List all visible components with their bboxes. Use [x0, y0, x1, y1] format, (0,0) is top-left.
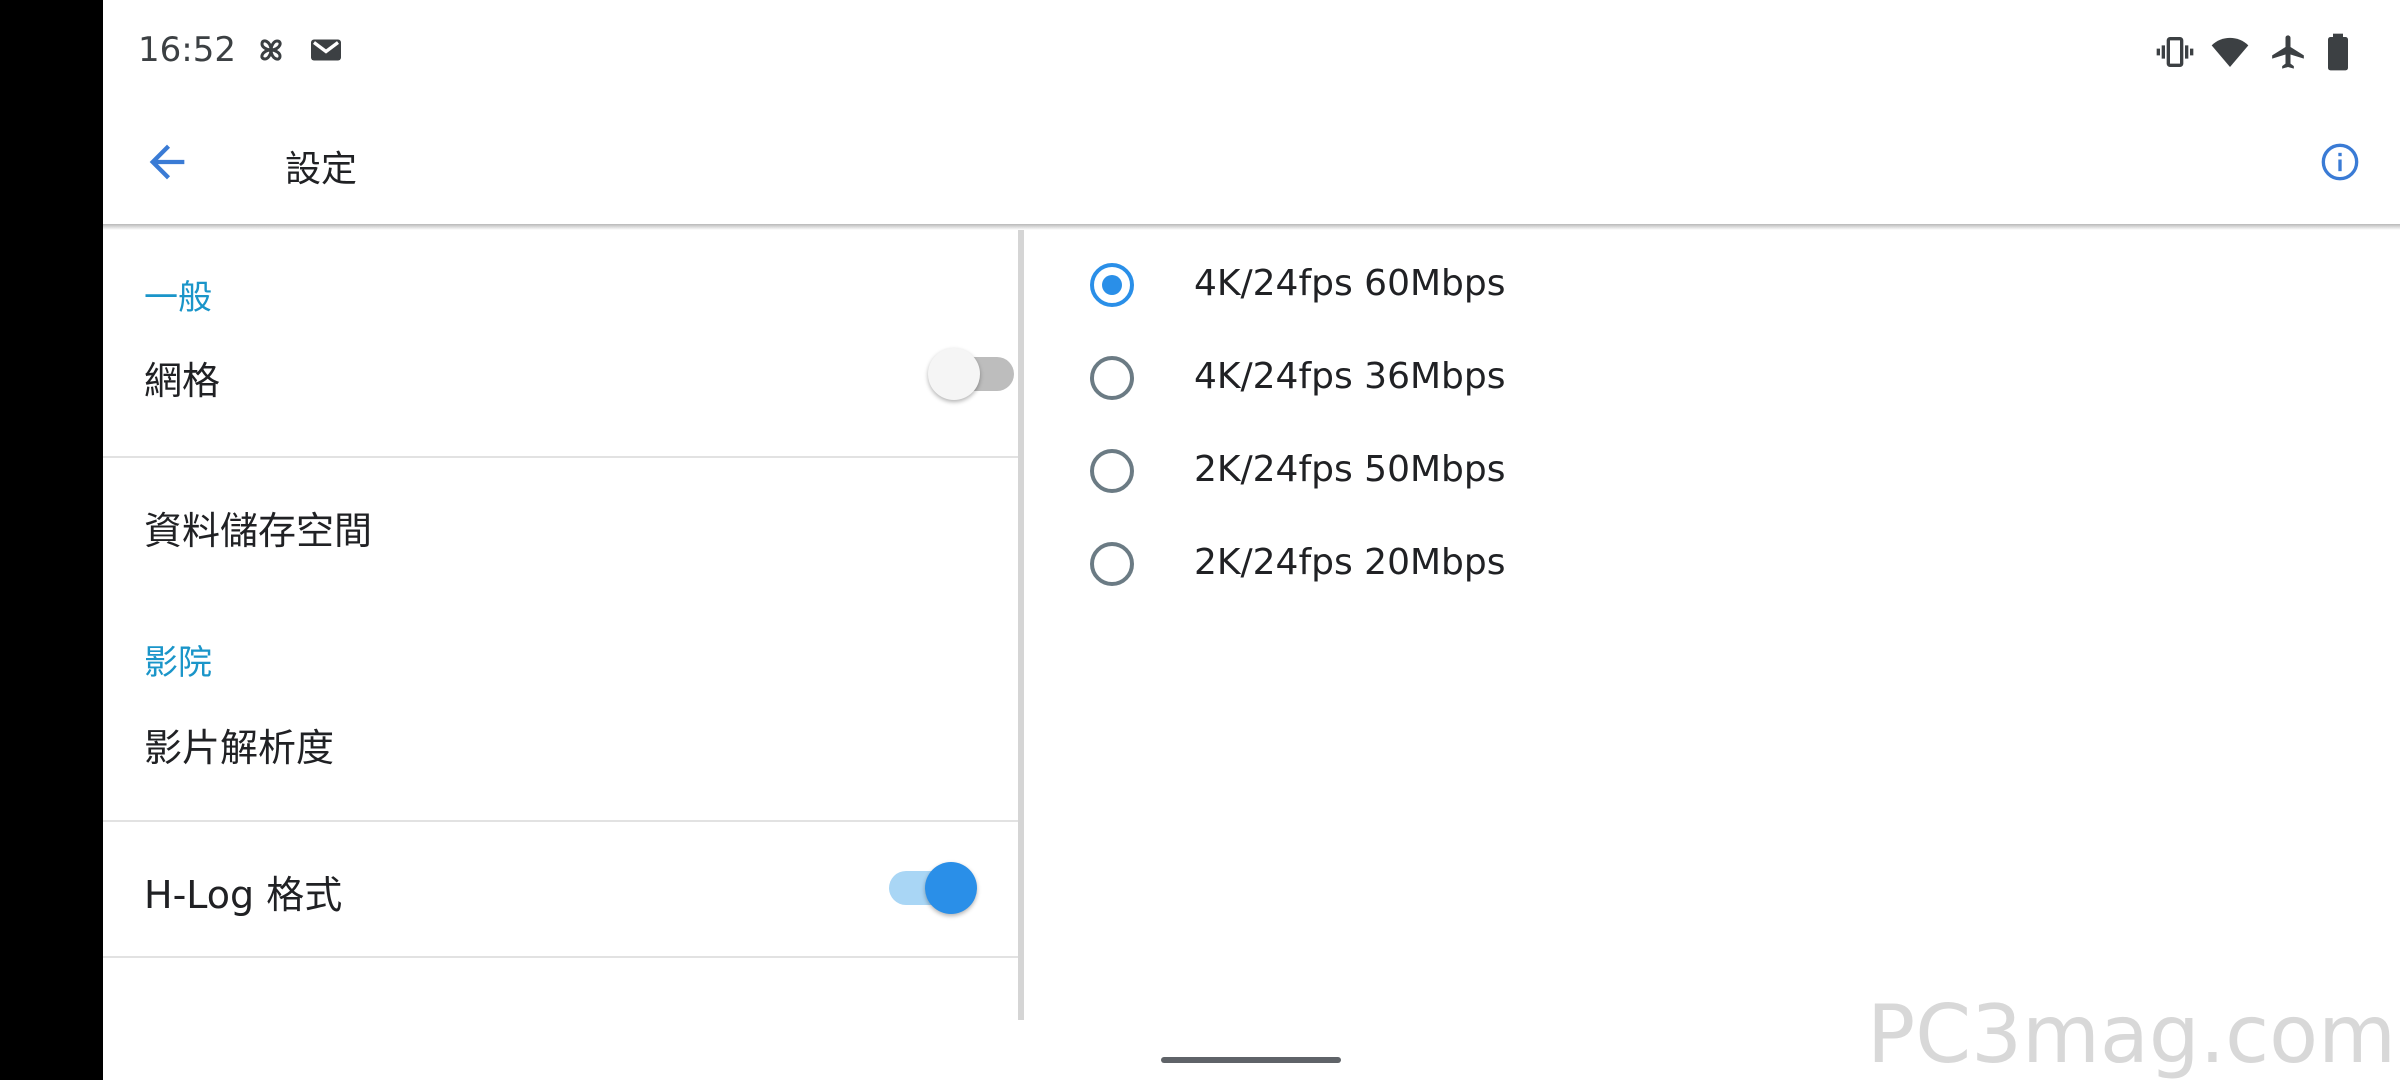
radio-button[interactable]	[1090, 449, 1134, 493]
resolution-option[interactable]: 2K/24fps 50Mbps	[1024, 431, 2400, 521]
section-header-general: 一般	[144, 278, 212, 318]
status-time: 16:52	[138, 30, 236, 70]
radio-dot	[1102, 275, 1122, 295]
vibrate-icon	[2156, 37, 2194, 67]
page-title: 設定	[285, 149, 358, 190]
watermark: PC3mag.com	[1866, 988, 2396, 1081]
resolution-option-label: 2K/24fps 20Mbps	[1194, 542, 1506, 583]
resolution-options-list: 4K/24fps 60Mbps 4K/24fps 36Mbps 2K/24fps…	[1024, 230, 2400, 1080]
resolution-label: 影片解析度	[144, 726, 335, 770]
resolution-setting-row[interactable]: 影片解析度	[103, 695, 1018, 785]
display-cutout	[0, 0, 103, 1080]
back-button[interactable]	[141, 136, 193, 188]
divider	[103, 456, 1018, 458]
airplane-icon	[2272, 35, 2304, 69]
resolution-option[interactable]: 4K/24fps 36Mbps	[1024, 338, 2400, 428]
storage-label: 資料儲存空間	[144, 509, 373, 553]
resolution-option[interactable]: 4K/24fps 60Mbps	[1024, 245, 2400, 335]
grid-toggle-thumb	[928, 348, 980, 400]
gmail-icon	[311, 39, 341, 61]
battery-icon	[2328, 33, 2348, 71]
radio-button[interactable]	[1090, 542, 1134, 586]
resolution-option-label: 4K/24fps 60Mbps	[1194, 263, 1506, 304]
settings-list: 一般 網格 資料儲存空間 影院 影片解析度 H-Log 格式	[103, 230, 1018, 1080]
resolution-option-label: 4K/24fps 36Mbps	[1194, 356, 1506, 397]
divider	[103, 820, 1018, 822]
hlog-toggle-thumb	[925, 862, 977, 914]
info-icon[interactable]	[2320, 142, 2360, 182]
storage-setting-row[interactable]: 資料儲存空間	[103, 460, 1018, 590]
resolution-option-label: 2K/24fps 50Mbps	[1194, 449, 1506, 490]
hlog-label: H-Log 格式	[144, 873, 343, 917]
divider	[103, 956, 1018, 958]
hlog-setting-row[interactable]: H-Log 格式	[103, 824, 1018, 954]
radio-button[interactable]	[1090, 263, 1134, 307]
screen: 16:52 設定 一般 網格 資料儲存空間 影院 影片解析度 H-Log 格式 …	[103, 0, 2400, 1081]
grid-label: 網格	[144, 359, 221, 403]
grid-setting-row[interactable]: 網格	[103, 330, 1018, 418]
section-header-cinema: 影院	[144, 643, 212, 683]
pinwheel-icon	[260, 39, 282, 61]
hlog-toggle[interactable]	[889, 862, 977, 914]
home-indicator[interactable]	[1161, 1057, 1341, 1063]
app-bar: 設定	[103, 100, 2400, 224]
wifi-icon	[2211, 37, 2249, 67]
status-bar: 16:52	[103, 0, 2400, 100]
resolution-option[interactable]: 2K/24fps 20Mbps	[1024, 524, 2400, 614]
radio-button[interactable]	[1090, 356, 1134, 400]
